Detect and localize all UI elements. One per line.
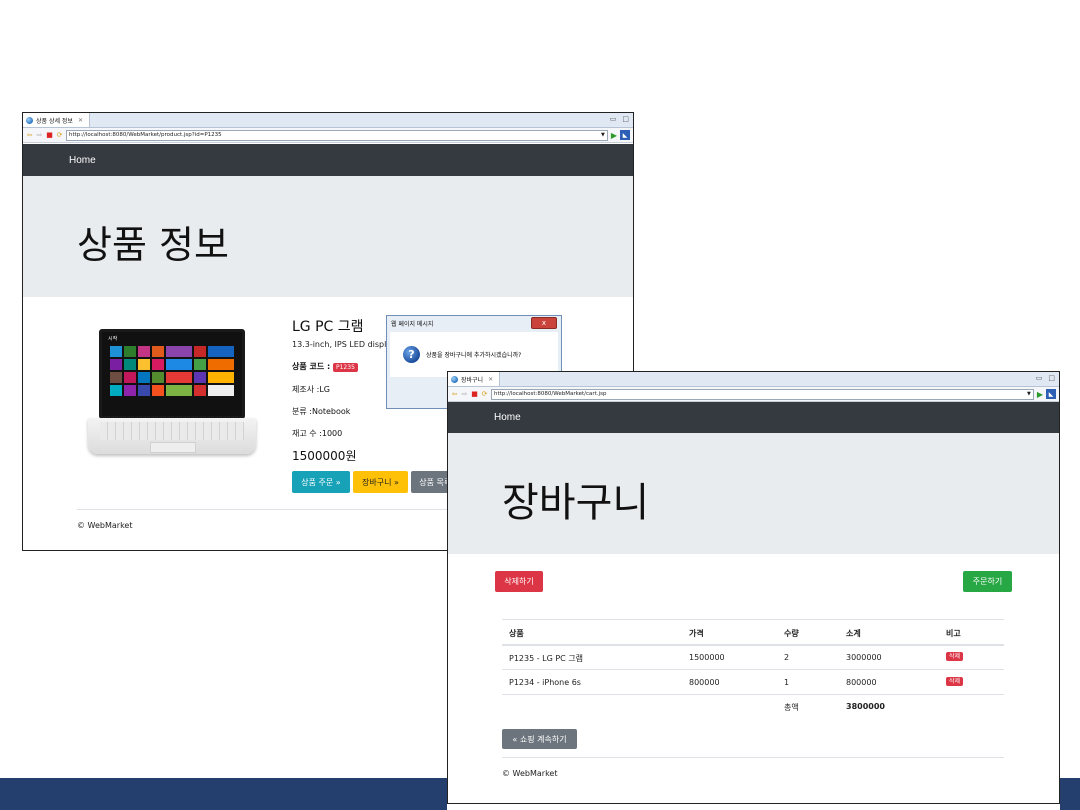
cart-url-text: http://localhost:8080/WebMarket/cart.jsp [494,390,607,397]
product-code-label: 상품 코드 : [292,362,333,371]
start-screen-label: 시작 [108,336,118,342]
row-price: 800000 [689,678,720,687]
product-browser-tab[interactable]: 상품 상세 정보 ✕ [23,113,90,127]
slide-bottom-band [0,778,447,810]
product-description: 13.3-inch, IPS LED display [292,340,396,349]
window-controls: ▭ □ [1036,374,1055,382]
cart-url-bar: ⇦ ⇨ ■ ⟳ http://localhost:8080/WebMarket/… [448,387,1059,402]
cart-footer-divider [502,757,1004,758]
dropdown-arrow-icon[interactable]: ▼ [1027,390,1031,399]
product-price: 1500000원 [292,449,357,463]
product-url-bar: ⇦ ⇨ ■ ⟳ http://localhost:8080/WebMarket/… [23,128,633,143]
header-quantity: 수량 [784,629,799,638]
refresh-icon[interactable]: ⟳ [56,131,63,139]
maximize-icon[interactable]: □ [1048,374,1055,382]
header-product: 상품 [509,629,524,638]
laptop-touchpad [150,442,196,453]
minimize-icon[interactable]: ▭ [1036,374,1043,382]
product-name: LG PC 그램 [292,319,364,335]
dropdown-arrow-icon[interactable]: ▼ [601,131,605,140]
stop-icon[interactable]: ■ [471,390,478,398]
remove-item-badge[interactable]: 삭제 [946,652,964,661]
continue-shopping-button[interactable]: « 쇼핑 계속하기 [502,729,577,749]
product-window-titlebar: 상품 상세 정보 ✕ ▭ □ [23,113,633,128]
remove-item-badge[interactable]: 삭제 [946,677,964,686]
stop-icon[interactable]: ■ [46,131,53,139]
total-label: 총액 [784,703,799,712]
url-text: http://localhost:8080/WebMarket/product.… [69,131,222,138]
laptop-base [88,418,256,454]
globe-icon [451,375,458,383]
close-tab-icon[interactable]: ✕ [488,376,493,383]
product-code-badge: P1235 [333,363,358,372]
dialog-title: 웹 페이지 메시지 [391,320,434,328]
delete-cart-button[interactable]: 삭제하기 [495,571,543,592]
row-subtotal: 3000000 [846,653,882,662]
cart-tab-title: 장바구니 [461,376,484,384]
checkout-button[interactable]: 주문하기 [963,571,1012,592]
tab-title: 상품 상세 정보 [36,117,73,125]
close-icon[interactable]: x [531,317,557,329]
cart-jumbotron: 장바구니 [448,433,1059,554]
row-border [502,694,1004,695]
minimize-icon[interactable]: ▭ [610,115,617,123]
row-action-cell: 삭제 [946,651,964,661]
row-subtotal: 800000 [846,678,877,687]
row-quantity: 2 [784,653,790,662]
product-manufacturer: 제조사 :LG [292,385,330,394]
row-border [502,669,1004,670]
header-subtotal: 소계 [846,629,861,638]
extension-icon[interactable]: ◣ [1046,389,1056,399]
header-note: 비고 [946,629,961,638]
go-arrow-icon[interactable]: ▶ [611,131,617,140]
start-tiles [110,346,234,396]
refresh-icon[interactable]: ⟳ [481,390,488,398]
forward-arrow-icon[interactable]: ⇨ [461,390,468,398]
row-quantity: 1 [784,678,790,687]
row-product: P1235 - LG PC 그램 [509,654,584,663]
back-arrow-icon[interactable]: ⇦ [26,131,33,139]
page-title: 상품 정보 [77,223,229,267]
laptop-keyboard [100,422,244,440]
order-product-button[interactable]: 상품 주문 » [292,471,350,493]
product-stock: 재고 수 :1000 [292,429,343,438]
total-value: 3800000 [846,702,885,711]
header-price: 가격 [689,629,704,638]
cart-address-input[interactable]: http://localhost:8080/WebMarket/cart.jsp… [491,388,1034,400]
dialog-titlebar: 웹 페이지 메시지 x [387,316,561,330]
go-arrow-icon[interactable]: ▶ [1037,390,1043,399]
laptop-screen: 시작 [99,329,245,419]
product-jumbotron: 상품 정보 [23,176,633,297]
header-border [502,644,1004,646]
dialog-message: 상품을 장바구니에 추가하시겠습니까? [426,352,522,359]
row-action-cell: 삭제 [946,676,964,686]
globe-icon [26,116,33,124]
product-category: 분류 :Notebook [292,407,351,416]
cart-footer: © WebMarket [502,769,558,778]
row-price: 1500000 [689,653,725,662]
product-code-row: 상품 코드 : P1235 [292,361,358,372]
cart-nav-home-link[interactable]: Home [494,412,521,423]
cart-browser-tab[interactable]: 장바구니 ✕ [448,372,501,386]
back-arrow-icon[interactable]: ⇦ [451,390,458,398]
product-navbar: Home [23,144,633,176]
cart-page-title: 장바구니 [502,480,650,526]
slide-bottom-band-right [1060,778,1080,810]
question-icon: ? [403,346,420,363]
close-tab-icon[interactable]: ✕ [78,117,83,124]
window-controls: ▭ □ [610,115,629,123]
address-input[interactable]: http://localhost:8080/WebMarket/product.… [66,129,608,141]
cart-navbar: Home [448,402,1059,433]
nav-home-link[interactable]: Home [69,155,96,166]
row-product: P1234 - iPhone 6s [509,678,581,687]
maximize-icon[interactable]: □ [622,115,629,123]
table-top-border [502,619,1004,620]
product-footer-divider [77,509,457,510]
extension-icon[interactable]: ◣ [620,130,630,140]
forward-arrow-icon[interactable]: ⇨ [36,131,43,139]
product-footer: © WebMarket [77,521,133,530]
cart-window-titlebar: 장바구니 ✕ ▭ □ [448,372,1059,387]
add-to-cart-button[interactable]: 장바구니 » [353,471,408,493]
